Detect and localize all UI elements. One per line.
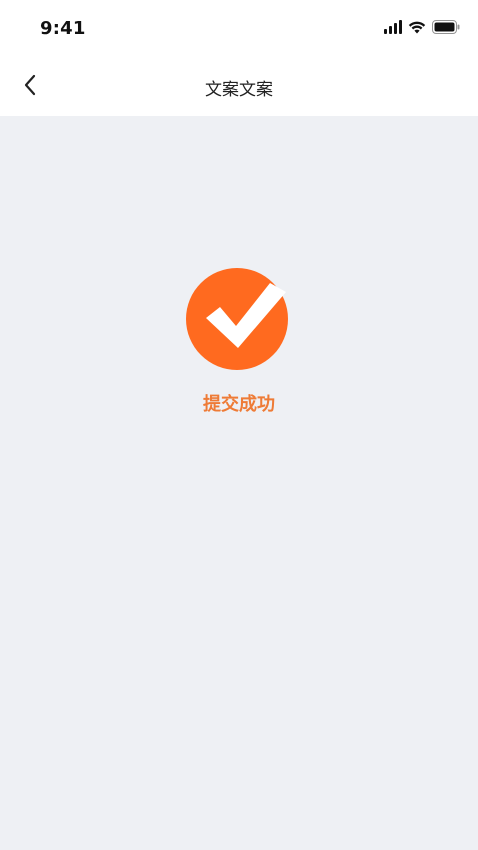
check-circle-icon xyxy=(186,266,292,372)
battery-icon xyxy=(432,19,460,38)
wifi-icon xyxy=(408,19,426,38)
page-title: 文案文案 xyxy=(205,80,273,100)
signal-icon xyxy=(384,19,402,38)
status-icons xyxy=(384,19,460,38)
navigation-bar: 文案文案 xyxy=(0,56,478,116)
success-message: 提交成功 xyxy=(203,394,275,415)
content-area: 提交成功 xyxy=(0,116,478,850)
status-bar: 9:41 xyxy=(0,0,478,56)
status-time: 9:41 xyxy=(40,18,86,39)
